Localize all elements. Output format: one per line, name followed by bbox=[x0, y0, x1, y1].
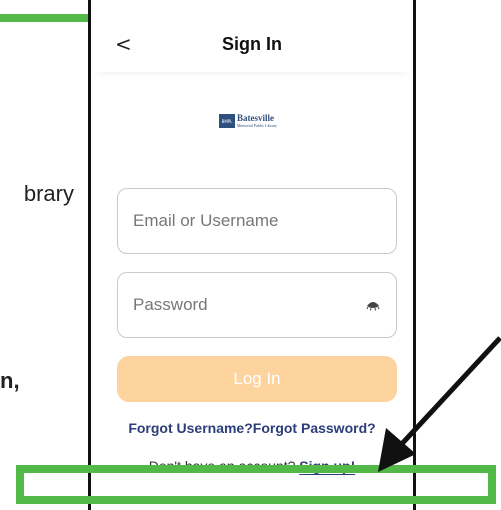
pointer-arrow bbox=[378, 336, 501, 472]
